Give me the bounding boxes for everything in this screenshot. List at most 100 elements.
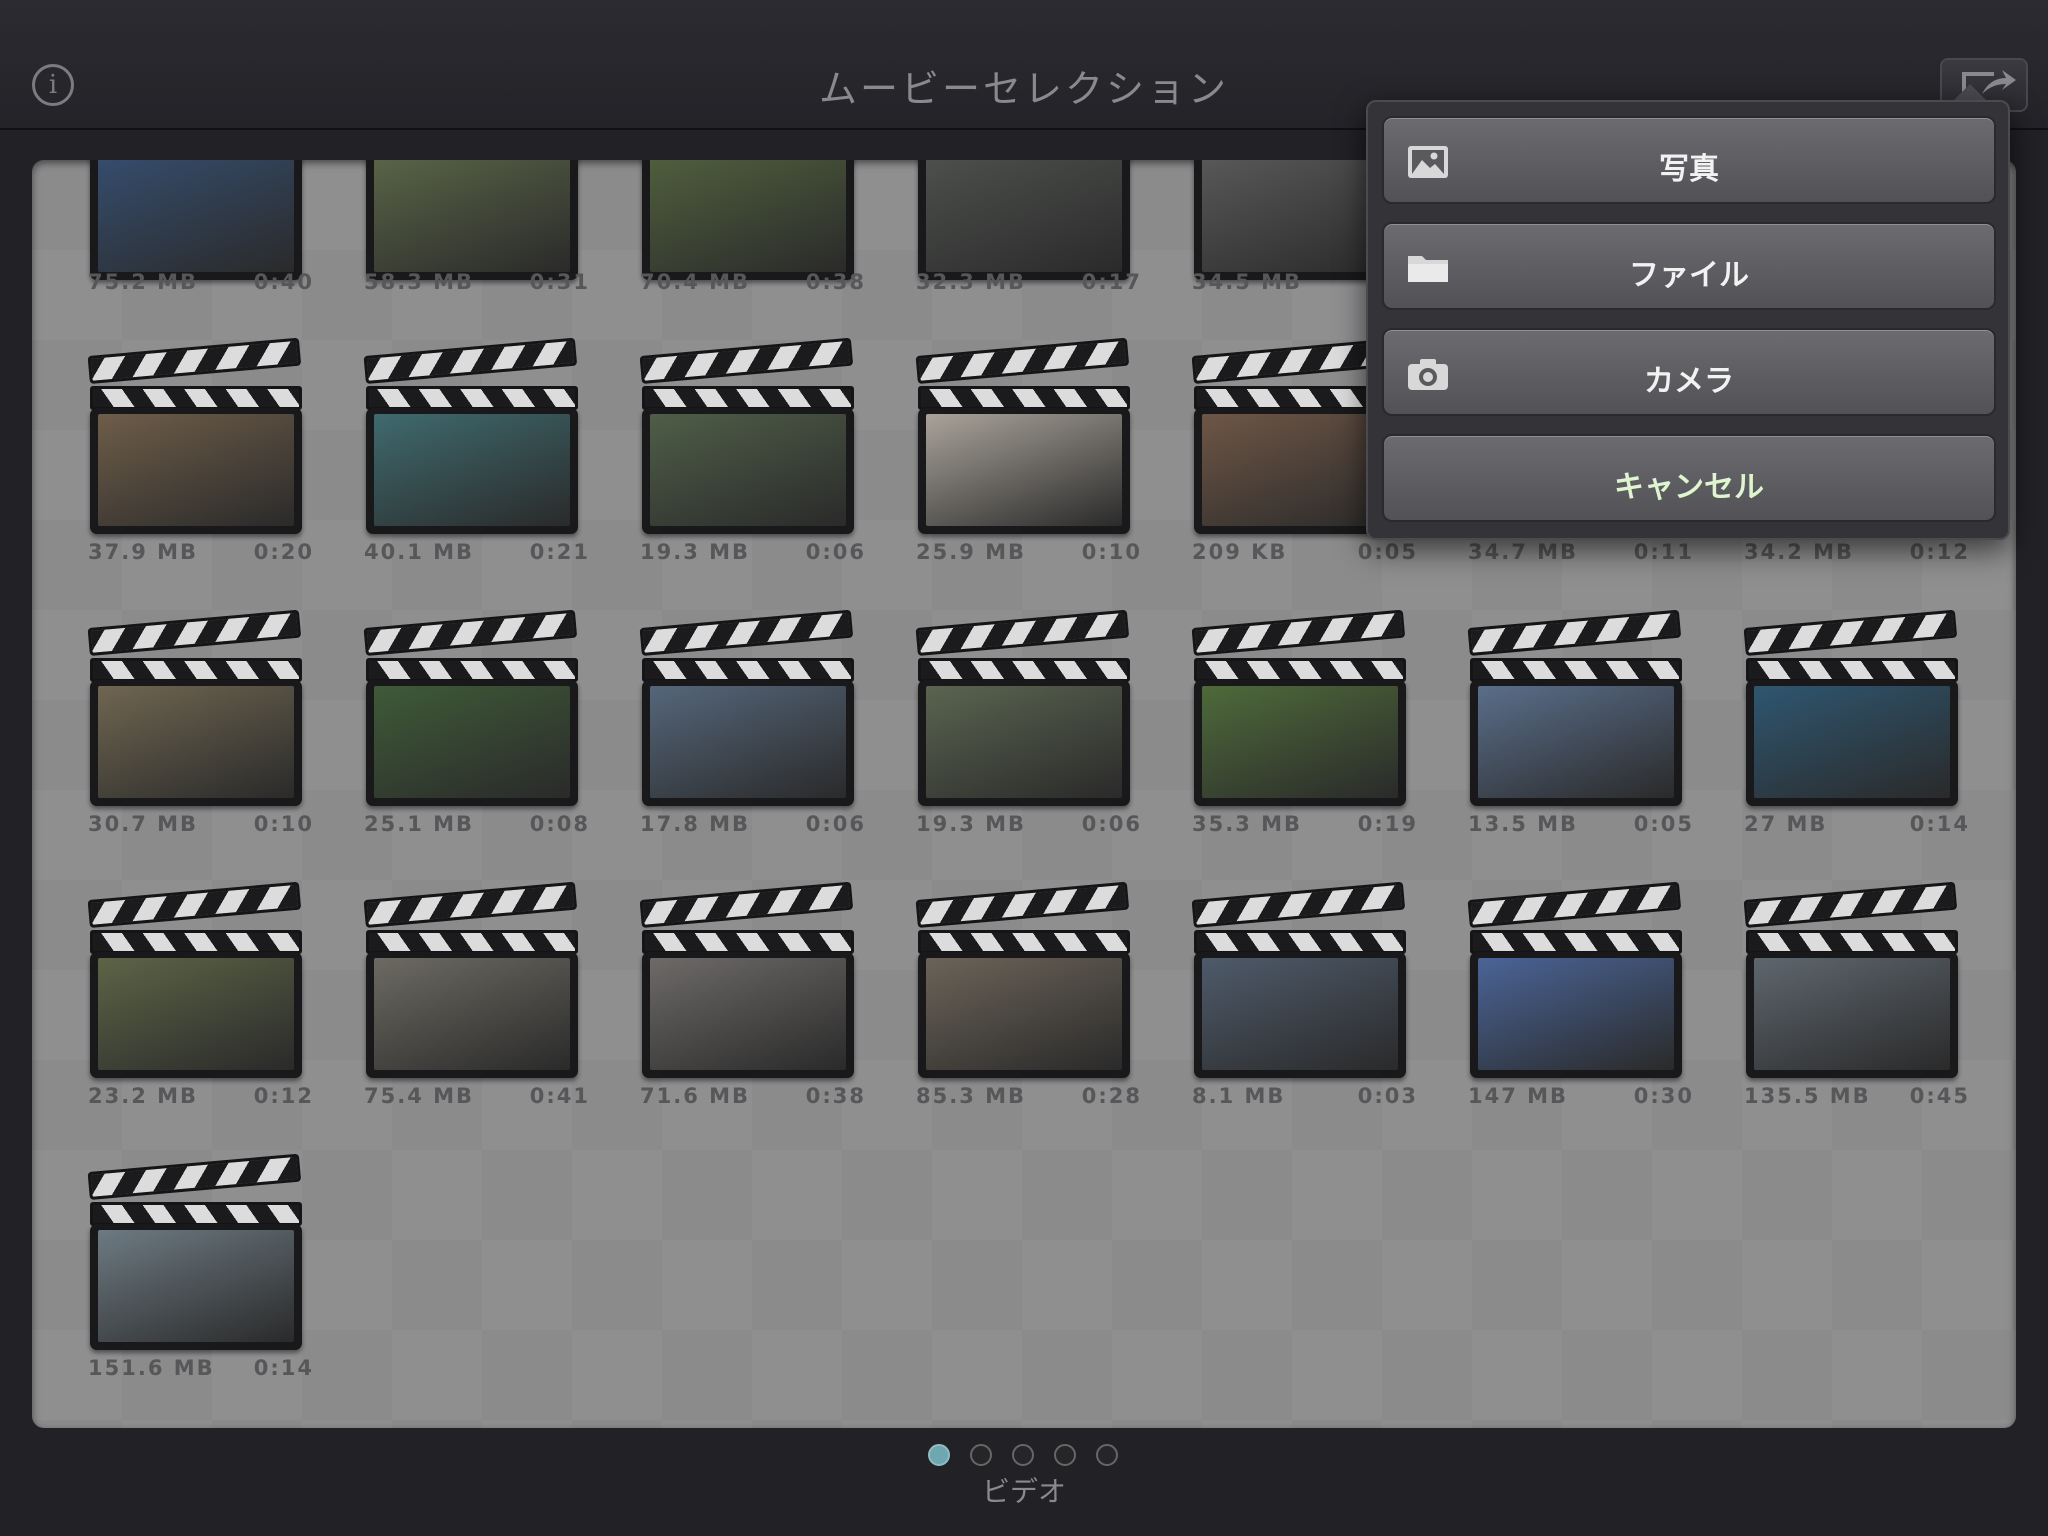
thumbnail-frame [642, 408, 854, 534]
duration: 0:17 [1081, 270, 1142, 294]
file-size: 27 MB [1744, 812, 1828, 836]
file-size: 85.3 MB [916, 1084, 1027, 1108]
duration: 0:12 [253, 1084, 314, 1108]
clapper-bar [642, 930, 854, 954]
thumbnail-frame [1470, 952, 1682, 1078]
video-thumbnail[interactable]: 85.3 MB 0:28 [906, 881, 1142, 1108]
clapper-bar [642, 386, 854, 410]
file-size: 70.4 MB [640, 270, 751, 294]
duration: 0:40 [253, 270, 314, 294]
video-thumbnail[interactable]: 23.2 MB 0:12 [78, 881, 314, 1108]
clapper-bar [1470, 930, 1682, 954]
video-thumbnail[interactable]: 35.3 MB 0:19 [1182, 609, 1418, 836]
duration: 0:10 [1081, 540, 1142, 564]
video-thumbnail[interactable]: 19.3 MB 0:06 [630, 337, 866, 564]
thumbnail-frame [642, 160, 854, 280]
video-thumbnail[interactable]: 25.9 MB 0:10 [906, 337, 1142, 564]
thumbnail-frame [366, 680, 578, 806]
clapper-bar [366, 386, 578, 410]
video-thumbnail[interactable]: 37.9 MB 0:20 [78, 337, 314, 564]
file-size: 34.5 MB [1192, 270, 1303, 294]
video-thumbnail[interactable]: 71.6 MB 0:38 [630, 881, 866, 1108]
clapper-top [87, 1153, 302, 1200]
clapper-bar [90, 658, 302, 682]
file-size: 40.1 MB [364, 540, 475, 564]
video-thumbnail[interactable]: 75.4 MB 0:41 [354, 881, 590, 1108]
clapper-bar [1194, 930, 1406, 954]
video-thumbnail[interactable]: 25.1 MB 0:08 [354, 609, 590, 836]
file-size: 34.7 MB [1468, 540, 1579, 564]
photo-button[interactable]: 写真 [1382, 116, 1996, 204]
video-preview [374, 160, 570, 272]
video-preview [650, 414, 846, 526]
page-dot[interactable] [1012, 1444, 1034, 1466]
file-size: 37.9 MB [88, 540, 199, 564]
clapper-top [639, 609, 854, 656]
clapper-bar [1746, 930, 1958, 954]
import-popover: 写真 ファイル カメラ キャンセル [1366, 100, 2010, 540]
page-label: ビデオ [981, 1475, 1066, 1508]
thumbnail-frame [90, 160, 302, 280]
video-preview [650, 686, 846, 798]
duration: 0:28 [1081, 1084, 1142, 1108]
file-size: 35.3 MB [1192, 812, 1303, 836]
video-thumbnail[interactable]: 30.7 MB 0:10 [78, 609, 314, 836]
clapper-top [1743, 609, 1958, 656]
video-thumbnail[interactable]: 8.1 MB 0:03 [1182, 881, 1418, 1108]
cancel-button[interactable]: キャンセル [1382, 434, 1996, 522]
file-size: 58.3 MB [364, 270, 475, 294]
page-dot[interactable] [970, 1444, 992, 1466]
file-size: 75.2 MB [88, 270, 199, 294]
video-preview [98, 1230, 294, 1342]
file-size: 13.5 MB [1468, 812, 1579, 836]
video-thumbnail[interactable]: 147 MB 0:30 [1458, 881, 1694, 1108]
duration: 0:06 [1081, 812, 1142, 836]
video-preview [1754, 958, 1950, 1070]
file-size: 209 KB [1192, 540, 1288, 564]
thumbnail-frame [90, 680, 302, 806]
clapper-top [1467, 609, 1682, 656]
video-thumbnail[interactable]: 27 MB 0:14 [1734, 609, 1970, 836]
camera-button-label: カメラ [1644, 364, 1734, 399]
video-thumbnail[interactable]: 135.5 MB 0:45 [1734, 881, 1970, 1108]
file-size: 25.1 MB [364, 812, 475, 836]
video-thumbnail[interactable]: 19.3 MB 0:06 [906, 609, 1142, 836]
page-dot[interactable] [1054, 1444, 1076, 1466]
clapper-top [87, 881, 302, 928]
duration: 0:30 [1633, 1084, 1694, 1108]
clapper-top [363, 337, 578, 384]
file-size: 25.9 MB [916, 540, 1027, 564]
video-thumbnail[interactable]: 40.1 MB 0:21 [354, 337, 590, 564]
clapper-top [639, 337, 854, 384]
video-thumbnail[interactable]: 13.5 MB 0:05 [1458, 609, 1694, 836]
page-dot[interactable] [1096, 1444, 1118, 1466]
clapper-top [1191, 881, 1406, 928]
video-thumbnail[interactable]: 151.6 MB 0:14 [78, 1153, 314, 1380]
file-size: 71.6 MB [640, 1084, 751, 1108]
video-preview [98, 958, 294, 1070]
video-preview [98, 160, 294, 272]
duration: 0:14 [1909, 812, 1970, 836]
duration: 0:06 [805, 812, 866, 836]
file-button[interactable]: ファイル [1382, 222, 1996, 310]
video-thumbnail[interactable]: 17.8 MB 0:06 [630, 609, 866, 836]
file-size: 34.2 MB [1744, 540, 1855, 564]
file-button-label: ファイル [1629, 258, 1749, 293]
page-dot[interactable] [928, 1444, 950, 1466]
thumbnail-frame [90, 408, 302, 534]
camera-button[interactable]: カメラ [1382, 328, 1996, 416]
thumbnail-frame [918, 408, 1130, 534]
video-preview [650, 958, 846, 1070]
video-preview [98, 414, 294, 526]
clapper-bar [1746, 658, 1958, 682]
thumbnail-frame [918, 160, 1130, 280]
thumbnail-frame [90, 1224, 302, 1350]
clapper-bar [642, 658, 854, 682]
clapper-top [1743, 881, 1958, 928]
clapper-bar [918, 658, 1130, 682]
clapper-top [87, 609, 302, 656]
file-size: 17.8 MB [640, 812, 751, 836]
clapper-bar [1470, 658, 1682, 682]
duration: 0:05 [1633, 812, 1694, 836]
duration: 0:21 [529, 540, 590, 564]
